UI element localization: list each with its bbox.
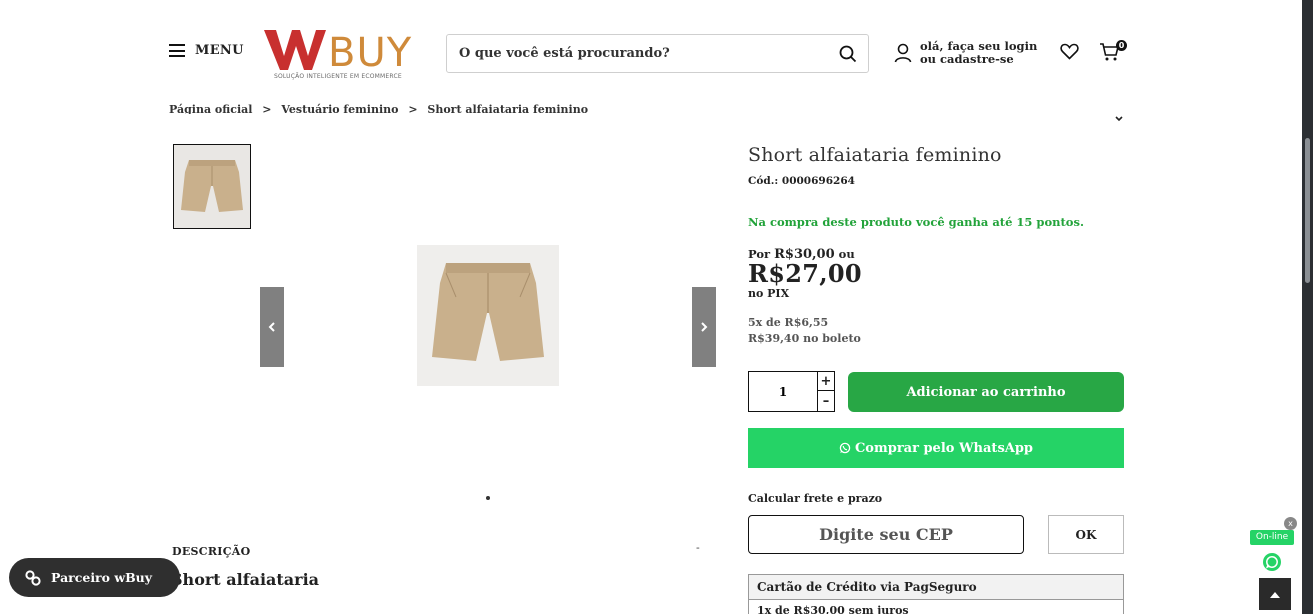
search-icon[interactable] xyxy=(828,35,868,72)
logo-tagline: SOLUÇÃO INTELIGENTE EM ECOMMERCE xyxy=(274,73,402,80)
cep-input[interactable] xyxy=(749,525,1023,544)
breadcrumb-item-current: Short alfaiataria feminino xyxy=(427,103,589,114)
quantity-stepper: + – xyxy=(748,371,835,412)
cep-ok-button[interactable]: OK xyxy=(1048,515,1124,554)
logo[interactable]: BUY SOLUÇÃO INTELIGENTE EM ECOMMERCE xyxy=(262,26,422,84)
back-to-top-button[interactable] xyxy=(1259,578,1291,610)
description-title: Short alfaiataria xyxy=(171,570,320,589)
shipping-label: Calcular frete e prazo xyxy=(748,492,883,505)
boleto-price: R$39,40 no boleto xyxy=(748,332,861,345)
gallery-dot[interactable] xyxy=(486,496,490,500)
cart-button[interactable]: 0 xyxy=(1099,40,1127,66)
whatsapp-icon xyxy=(1263,553,1281,571)
chevron-left-icon xyxy=(268,322,275,332)
hamburger-icon xyxy=(169,44,185,57)
payment-method-row: 1x de R$30,00 sem juros xyxy=(757,604,909,614)
page: Página oficial > Vestuário feminino > Sh… xyxy=(0,0,1313,614)
gallery-prev-button[interactable] xyxy=(260,287,284,367)
quantity-input[interactable] xyxy=(749,372,817,411)
whatsapp-buy-button[interactable]: Comprar pelo WhatsApp xyxy=(748,428,1124,468)
shorts-image xyxy=(432,262,544,361)
user-icon xyxy=(894,43,912,63)
partner-label: Parceiro wBuy xyxy=(51,570,153,585)
site-header: MENU BUY SOLUÇÃO INTELIGENTE EM ECOMMERC… xyxy=(0,0,1302,100)
breadcrumb-chevron-down-icon[interactable] xyxy=(1114,108,1124,127)
menu-label: MENU xyxy=(195,43,244,58)
search-input[interactable] xyxy=(447,35,828,72)
heart-icon[interactable] xyxy=(1060,43,1079,64)
description-toggle[interactable]: - xyxy=(696,541,700,554)
whatsapp-buy-label: Comprar pelo WhatsApp xyxy=(854,440,1034,456)
product-main-image[interactable] xyxy=(417,245,559,386)
price-pix: R$27,00 xyxy=(748,259,862,288)
scrollbar-thumb[interactable] xyxy=(1305,138,1310,283)
product-thumbnail[interactable] xyxy=(173,144,251,229)
page-scrollbar[interactable] xyxy=(1302,0,1313,614)
chat-close-button[interactable]: x xyxy=(1284,517,1297,530)
description-heading[interactable]: DESCRIÇÃO xyxy=(172,545,250,558)
whatsapp-icon xyxy=(839,442,851,454)
gallery-next-button[interactable] xyxy=(692,287,716,367)
online-badge: On-line xyxy=(1250,530,1294,545)
breadcrumb-item-category[interactable]: Vestuário feminino xyxy=(281,103,398,114)
product-code: Cód.: 0000696264 xyxy=(748,175,855,187)
cart-count-badge: 0 xyxy=(1116,40,1127,51)
cep-field xyxy=(748,515,1024,554)
link-icon xyxy=(25,569,41,586)
installments: 5x de R$6,55 xyxy=(748,316,829,329)
partner-button[interactable]: Parceiro wBuy xyxy=(9,558,180,597)
chevron-right-icon xyxy=(701,322,708,332)
add-to-cart-button[interactable]: Adicionar ao carrinho xyxy=(848,372,1124,412)
payment-options: 5x de R$6,55 R$39,40 no boleto xyxy=(748,315,861,347)
arrow-up-icon xyxy=(1270,591,1280,598)
wbuy-logo-icon: BUY xyxy=(264,30,412,76)
pix-label: no PIX xyxy=(748,287,790,300)
whatsapp-chat-button[interactable] xyxy=(1262,552,1282,572)
account-line-2: ou cadastre-se xyxy=(920,52,1014,66)
account-link[interactable]: olá, faça seu login ou cadastre-se xyxy=(894,40,1037,66)
svg-text:BUY: BUY xyxy=(328,30,412,72)
payment-methods-table: Cartão de Crédito via PagSeguro 1x de R$… xyxy=(748,574,1124,614)
payment-method-header[interactable]: Cartão de Crédito via PagSeguro xyxy=(749,575,1123,600)
breadcrumb-separator: > xyxy=(408,103,418,114)
quantity-minus-button[interactable]: – xyxy=(817,391,834,411)
quantity-plus-button[interactable]: + xyxy=(817,372,834,391)
shorts-thumbnail-image xyxy=(181,159,243,212)
breadcrumb: Página oficial > Vestuário feminino > Sh… xyxy=(169,102,594,114)
breadcrumb-separator: > xyxy=(262,103,272,114)
points-message: Na compra deste produto você ganha até 1… xyxy=(748,215,1084,229)
search-bar xyxy=(446,34,869,73)
menu-button[interactable]: MENU xyxy=(169,43,244,58)
breadcrumb-item-home[interactable]: Página oficial xyxy=(169,103,252,114)
product-title: Short alfaiataria feminino xyxy=(748,144,1002,166)
